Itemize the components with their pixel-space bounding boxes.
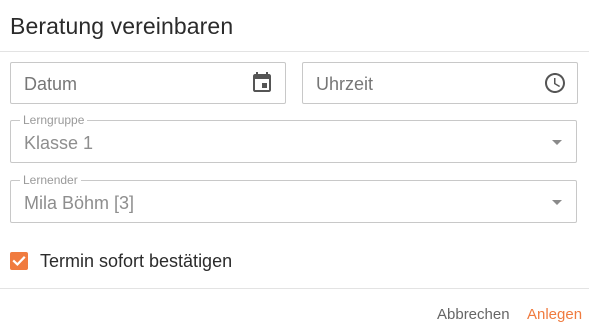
date-field[interactable]: Datum [10, 62, 286, 104]
lerngruppe-value: Klasse 1 [24, 133, 94, 153]
title-divider [0, 51, 589, 52]
checkmark-icon [12, 256, 26, 266]
lerngruppe-select[interactable]: Lerngruppe Klasse 1 [10, 113, 577, 163]
date-placeholder: Datum [24, 74, 78, 94]
lernender-value: Mila Böhm [3] [24, 193, 135, 213]
confirm-label[interactable]: Termin sofort bestätigen [40, 251, 232, 272]
calendar-icon[interactable] [250, 71, 274, 95]
clock-icon[interactable] [543, 71, 567, 95]
lerngruppe-label: Lerngruppe [20, 113, 88, 127]
dialog-title: Beratung vereinbaren [10, 13, 234, 39]
lernender-label: Lernender [20, 173, 81, 187]
time-field[interactable]: Uhrzeit [302, 62, 578, 104]
actions-divider [0, 288, 589, 289]
cancel-button[interactable]: Abbrechen [437, 306, 510, 323]
confirm-checkbox[interactable] [10, 252, 28, 270]
save-button[interactable]: Anlegen [527, 306, 582, 323]
lernender-select[interactable]: Lernender Mila Böhm [3] [10, 173, 577, 223]
time-placeholder: Uhrzeit [316, 74, 374, 94]
dropdown-arrow-icon[interactable] [552, 200, 562, 205]
dropdown-arrow-icon[interactable] [552, 140, 562, 145]
